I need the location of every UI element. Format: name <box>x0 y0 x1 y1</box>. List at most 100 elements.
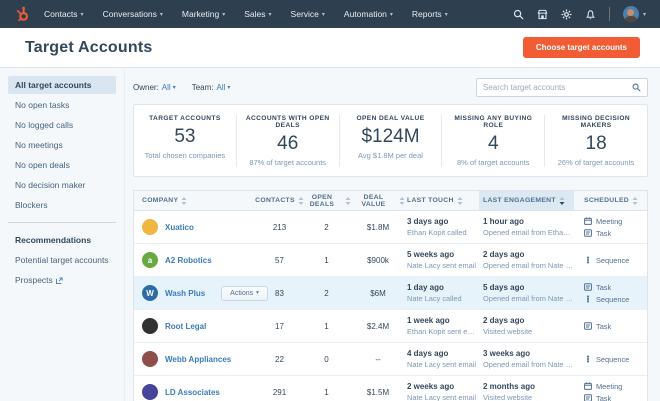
company-logo <box>142 318 158 334</box>
company-link[interactable]: Xuatico <box>165 223 194 232</box>
settings-gear-icon[interactable] <box>561 9 572 20</box>
last-engagement: 2 months ago Visited website <box>479 382 574 401</box>
sort-icon[interactable] <box>181 197 187 205</box>
company-link[interactable]: Wash Plus <box>165 289 205 298</box>
scheduled-items: Meeting Task <box>574 382 647 401</box>
search-target-accounts-box[interactable] <box>476 78 648 97</box>
search-icon[interactable] <box>513 9 524 20</box>
stat-open-deal-value: OPEN DEAL VALUE $124M Avg $1.8M per deal <box>339 115 442 167</box>
table-row[interactable]: LD Associates 291 1 $1.5M 2 weeks ago Na… <box>134 376 647 401</box>
company-link[interactable]: Webb Appliances <box>165 355 231 364</box>
owner-filter-dropdown[interactable]: All▾ <box>162 83 176 92</box>
sidebar-item-no-decision-maker[interactable]: No decision maker <box>8 176 116 194</box>
chevron-down-icon: ▾ <box>643 11 646 18</box>
scheduled-sequence[interactable]: Sequence <box>584 355 647 364</box>
scheduled-task[interactable]: Task <box>584 394 647 401</box>
nav-contacts[interactable]: Contacts▾ <box>44 9 84 19</box>
company-link[interactable]: A2 Robotics <box>165 256 212 265</box>
table-row[interactable]: Webb Appliances 22 0 -- 4 days ago Nate … <box>134 343 647 376</box>
sort-icon[interactable] <box>457 197 463 205</box>
company-logo <box>142 351 158 367</box>
sidebar-item-potential-target-accounts[interactable]: Potential target accounts <box>8 251 116 269</box>
contacts-count: 213 <box>257 223 302 232</box>
filter-bar: Owner: All▾ Team: All▾ <box>133 77 648 97</box>
scheduled-items: Sequence <box>574 355 647 364</box>
column-header-company[interactable]: COMPANY <box>134 191 257 210</box>
company-link[interactable]: Root Legal <box>165 322 206 331</box>
chevron-down-icon: ▾ <box>390 11 393 18</box>
scheduled-sequence[interactable]: Sequence <box>584 295 647 304</box>
external-link-icon <box>56 277 63 284</box>
contacts-count: 83 <box>257 289 302 298</box>
company-logo <box>142 219 158 235</box>
sidebar-item-no-open-tasks[interactable]: No open tasks <box>8 96 116 114</box>
sidebar-item-no-logged-calls[interactable]: No logged calls <box>8 116 116 134</box>
task-icon <box>584 394 592 401</box>
sort-descending-icon[interactable] <box>559 197 565 205</box>
scheduled-meeting[interactable]: Meeting <box>584 217 647 226</box>
contacts-count: 22 <box>257 355 302 364</box>
table-row[interactable]: Xuatico 213 2 $1.8M 3 days ago Ethan Kop… <box>134 211 647 244</box>
nav-marketing[interactable]: Marketing▾ <box>182 9 225 19</box>
chevron-down-icon: ▾ <box>269 11 272 18</box>
marketplace-icon[interactable] <box>537 9 548 20</box>
chevron-down-icon: ▾ <box>445 11 448 18</box>
nav-reports[interactable]: Reports▾ <box>412 9 448 19</box>
last-engagement: 2 days ago Visited website <box>479 316 574 336</box>
search-icon[interactable] <box>632 83 641 92</box>
last-engagement: 2 days ago Opened email from Nate Lacy <box>479 250 574 270</box>
scheduled-task[interactable]: Task <box>584 283 647 292</box>
last-engagement: 3 weeks ago Opened email from Nate Lacy <box>479 349 574 369</box>
choose-target-accounts-button[interactable]: Choose target accounts <box>523 37 640 58</box>
column-header-contacts[interactable]: CONTACTS <box>257 191 302 210</box>
company-logo: W <box>142 285 158 301</box>
last-touch: 1 day ago Nate Lacy called <box>405 283 479 303</box>
table-header-row: COMPANY CONTACTS OPEN DEALS DEAL VALUE L… <box>134 191 647 211</box>
column-header-last-engagement[interactable]: LAST ENGAGEMENT <box>479 191 574 210</box>
scheduled-sequence[interactable]: Sequence <box>584 256 647 265</box>
calendar-icon <box>584 382 592 390</box>
sidebar-item-no-meetings[interactable]: No meetings <box>8 136 116 154</box>
sidebar-item-all-target-accounts[interactable]: All target accounts <box>8 76 116 94</box>
notifications-bell-icon[interactable] <box>585 9 596 20</box>
last-touch: 2 weeks ago Nate Lacy sent email <box>405 382 479 401</box>
company-link[interactable]: LD Associates <box>165 388 220 397</box>
hubspot-logo-icon[interactable] <box>14 6 30 22</box>
nav-service[interactable]: Service▾ <box>291 9 325 19</box>
sidebar-item-blockers[interactable]: Blockers <box>8 196 116 214</box>
company-logo <box>142 384 158 400</box>
sort-icon[interactable] <box>632 197 638 205</box>
column-header-scheduled[interactable]: SCHEDULED <box>574 191 647 210</box>
contacts-count: 17 <box>257 322 302 331</box>
last-engagement: 1 hour ago Opened email from Ethan Kopit <box>479 217 574 237</box>
search-input[interactable] <box>483 83 632 92</box>
column-header-open-deals[interactable]: OPEN DEALS <box>302 191 351 210</box>
sidebar-item-no-open-deals[interactable]: No open deals <box>8 156 116 174</box>
top-navigation-bar: Contacts▾ Conversations▾ Marketing▾ Sale… <box>0 0 660 28</box>
team-filter-label: Team: <box>192 83 214 92</box>
scheduled-meeting[interactable]: Meeting <box>584 382 647 391</box>
column-header-last-touch[interactable]: LAST TOUCH <box>405 191 479 210</box>
scheduled-items: Task <box>574 322 647 331</box>
nav-conversations[interactable]: Conversations▾ <box>103 9 163 19</box>
task-icon <box>584 229 592 237</box>
nav-sales[interactable]: Sales▾ <box>244 9 271 19</box>
user-menu[interactable]: ▾ <box>623 6 646 22</box>
team-filter-dropdown[interactable]: All▾ <box>217 83 231 92</box>
table-row[interactable]: a A2 Robotics 57 1 $900k 5 weeks ago Nat… <box>134 244 647 277</box>
table-row[interactable]: Root Legal 17 1 $2.4M 1 week ago Ethan K… <box>134 310 647 343</box>
open-deals-count: 1 <box>302 256 351 265</box>
sidebar-item-prospects[interactable]: Prospects <box>8 271 116 289</box>
open-deals-count: 2 <box>302 289 351 298</box>
company-logo: a <box>142 252 158 268</box>
nav-automation[interactable]: Automation▾ <box>344 9 393 19</box>
chevron-down-icon: ▾ <box>160 11 163 18</box>
column-header-deal-value[interactable]: DEAL VALUE <box>351 191 405 210</box>
user-avatar[interactable] <box>623 6 639 22</box>
task-icon <box>584 283 592 291</box>
scheduled-task[interactable]: Task <box>584 229 647 238</box>
last-touch: 1 week ago Ethan Kopit sent email <box>405 316 479 336</box>
last-touch: 5 weeks ago Nate Lacy sent email <box>405 250 479 270</box>
scheduled-task[interactable]: Task <box>584 322 647 331</box>
table-row[interactable]: W Wash Plus Actions▾ 83 2 $6M 1 day ago … <box>134 277 647 310</box>
